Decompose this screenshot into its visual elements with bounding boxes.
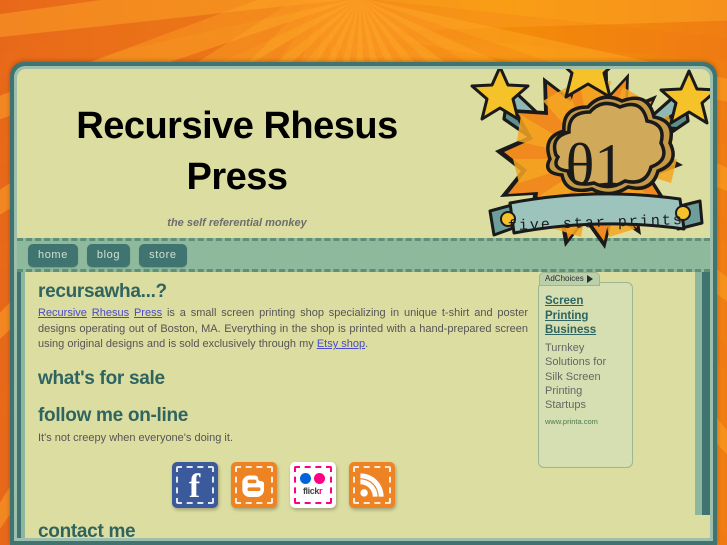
sidebar-column: AdChoices Screen Printing Business Turnk… <box>538 272 688 515</box>
intro-paragraph: Recursive Rhesus Press is a small screen… <box>38 306 528 353</box>
advertisement-box: AdChoices Screen Printing Business Turnk… <box>538 272 633 468</box>
flickr-blue-dot <box>300 473 311 485</box>
nav-item-blog[interactable]: blog <box>86 243 131 267</box>
rss-icon-glyph <box>359 473 384 497</box>
page-frame-inner: Recursive Rhesus Press the self referent… <box>14 66 713 541</box>
social-icons-row: f flickr <box>38 461 528 508</box>
main-column: recursawha...? Recursive Rhesus Press is… <box>29 272 538 515</box>
heading-whats-for-sale: what's for sale <box>38 367 165 389</box>
footer-section: contact me <box>17 515 710 538</box>
link-etsy-shop[interactable]: Etsy shop <box>317 338 365 350</box>
site-title-line-1: Recursive Rhesus <box>76 105 398 147</box>
five-star-prints-badge-icon: θ1 five star prints <box>470 69 710 249</box>
facebook-icon-glyph: f <box>188 467 201 505</box>
ad-display-url: www.printa.com <box>545 416 598 426</box>
flickr-wordmark-b: r <box>318 486 323 497</box>
site-title-line-2: Press <box>186 155 288 198</box>
blogger-icon[interactable] <box>230 461 277 508</box>
site-title-block: Recursive Rhesus Press the self referent… <box>17 101 457 229</box>
ad-description: Turnkey Solutions for Silk Screen Printi… <box>545 342 607 412</box>
intro-text-2: . <box>365 338 369 351</box>
content-area: recursawha...? Recursive Rhesus Press is… <box>17 272 710 515</box>
blogger-icon-glyph <box>241 475 264 497</box>
follow-me-subtext: It's not creepy when everyone's doing it… <box>38 431 233 444</box>
heading-recursawha: recursawha...? <box>38 281 167 302</box>
heading-contact-me: contact me <box>38 521 136 538</box>
flickr-icon-glyph: flickr <box>300 473 325 496</box>
heading-follow-me: follow me on-line <box>38 404 189 426</box>
page-frame: Recursive Rhesus Press the self referent… <box>10 62 717 545</box>
rss-icon[interactable] <box>348 461 395 508</box>
footer-left-rails <box>17 515 29 538</box>
right-border-rails <box>688 272 710 515</box>
facebook-icon[interactable]: f <box>171 461 218 508</box>
nav-item-home[interactable]: home <box>28 243 78 267</box>
adchoices-button[interactable]: AdChoices <box>539 272 600 286</box>
link-press[interactable]: Press <box>134 307 162 319</box>
flickr-pink-dot <box>314 473 325 485</box>
ad-title-line-2: Business <box>545 324 597 337</box>
footer-main: contact me <box>29 515 710 538</box>
five-star-prints-logo[interactable]: θ1 five star prints <box>470 69 710 279</box>
link-rhesus[interactable]: Rhesus <box>92 307 129 319</box>
page-body: Recursive Rhesus Press the self referent… <box>17 69 710 538</box>
flickr-icon[interactable]: flickr <box>289 461 336 508</box>
ad-title-link[interactable]: Screen Printing Business <box>545 294 626 338</box>
adchoices-triangle-icon <box>586 274 593 283</box>
page-title: Recursive Rhesus Press <box>17 101 457 203</box>
adchoices-label: AdChoices <box>545 274 584 283</box>
left-border-rails <box>17 272 29 515</box>
logo-symbol: θ1 <box>566 132 625 198</box>
site-header: Recursive Rhesus Press the self referent… <box>17 69 710 249</box>
site-tagline: the self referential monkey <box>167 216 307 229</box>
ad-title-line-1: Screen Printing <box>545 295 589 322</box>
nav-item-store[interactable]: store <box>139 243 187 267</box>
link-recursive[interactable]: Recursive <box>38 307 87 319</box>
flickr-wordmark-a: flick <box>302 486 319 497</box>
